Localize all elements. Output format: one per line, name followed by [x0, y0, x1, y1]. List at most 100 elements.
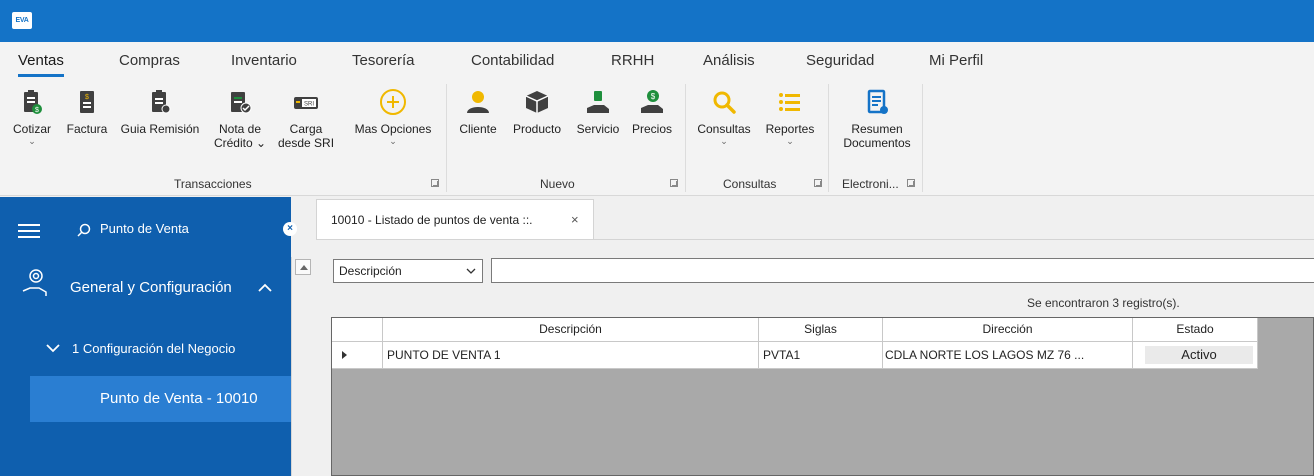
- consultas-label: Consultas: [697, 122, 751, 136]
- chevron-down-icon: ⌄: [28, 136, 36, 146]
- mas-opciones-label: Mas Opciones: [354, 122, 432, 136]
- sidebar-section-general[interactable]: General y Configuración: [70, 279, 232, 296]
- carga-sri-label-1: Carga: [289, 122, 323, 136]
- credit-note-icon: [231, 92, 252, 114]
- menu-tab-inventario[interactable]: Inventario: [231, 52, 297, 69]
- consultas-button[interactable]: Consultas ⌄: [694, 88, 754, 146]
- filter-field-value: Descripción: [339, 264, 402, 278]
- chevron-down-icon: [466, 268, 476, 274]
- clear-search-icon[interactable]: ×: [283, 222, 297, 236]
- group-launcher-icon[interactable]: [814, 179, 822, 187]
- grid-header-descripcion[interactable]: Descripción: [383, 318, 759, 342]
- service-hand-icon: [587, 91, 609, 113]
- row-header[interactable]: [332, 342, 383, 369]
- resumen-documentos-button[interactable]: Resumen Documentos: [834, 88, 920, 150]
- producto-label: Producto: [512, 122, 562, 136]
- filter-search-input[interactable]: [491, 258, 1314, 283]
- cotizar-button[interactable]: $ Cotizar ⌄: [10, 88, 54, 146]
- grid-header-direccion[interactable]: Dirección: [883, 318, 1133, 342]
- search-icon: [77, 223, 91, 237]
- chevron-down-icon[interactable]: [46, 343, 60, 353]
- menu-tab-rrhh[interactable]: RRHH: [611, 52, 654, 69]
- grid-header-siglas[interactable]: Siglas: [759, 318, 883, 342]
- document-summary-icon: [867, 89, 888, 114]
- sidebar-search-text[interactable]: Punto de Venta: [100, 221, 189, 236]
- data-grid[interactable]: Descripción Siglas Dirección Estado PUNT…: [331, 317, 1314, 476]
- chevron-up-icon[interactable]: [258, 283, 272, 293]
- chevron-down-icon: ⌄: [786, 136, 794, 146]
- record-count: Se encontraron 3 registro(s).: [1027, 296, 1180, 310]
- delivery-guide-icon: [152, 90, 171, 114]
- servicio-button[interactable]: Servicio: [572, 88, 624, 136]
- invoice-icon: $: [80, 91, 94, 113]
- precios-label: Precios: [631, 122, 672, 136]
- group-separator: [922, 84, 923, 192]
- client-icon: [467, 91, 489, 113]
- tab-title: 10010 - Listado de puntos de venta ::.: [331, 213, 533, 227]
- guia-remision-button[interactable]: Guia Remisión: [116, 88, 204, 136]
- list-icon: [779, 93, 800, 111]
- menu-tab-tesoreria[interactable]: Tesorería: [352, 52, 415, 69]
- cliente-button[interactable]: Cliente: [456, 88, 500, 136]
- group-launcher-icon[interactable]: [431, 179, 439, 187]
- group-separator: [446, 84, 447, 192]
- sidebar-subsection-configuracion[interactable]: 1 Configuración del Negocio: [72, 341, 235, 356]
- group-separator: [828, 84, 829, 192]
- reportes-label: Reportes: [765, 122, 815, 136]
- menu-tab-ventas[interactable]: Ventas: [18, 52, 64, 77]
- group-launcher-icon[interactable]: [907, 179, 915, 187]
- cell-direccion[interactable]: CDLA NORTE LOS LAGOS MZ 76 ...: [883, 342, 1133, 369]
- app-logo: EVA: [12, 12, 32, 29]
- mas-opciones-button[interactable]: Mas Opciones ⌄: [348, 88, 438, 146]
- grid-header-estado[interactable]: Estado: [1133, 318, 1258, 342]
- resumen-label-1: Resumen: [851, 122, 903, 136]
- cotizar-label: Cotizar: [12, 122, 51, 136]
- filter-field-select[interactable]: Descripción: [333, 259, 483, 283]
- svg-text:$: $: [85, 94, 89, 101]
- producto-button[interactable]: Producto: [508, 88, 566, 136]
- precios-button[interactable]: $ Precios: [628, 88, 676, 136]
- hamburger-menu-icon[interactable]: [18, 224, 40, 238]
- cell-descripcion[interactable]: PUNTO DE VENTA 1: [383, 342, 759, 369]
- sidebar-item-punto-de-venta[interactable]: Punto de Venta - 10010: [30, 376, 291, 422]
- sidebar-item-label: Punto de Venta - 10010: [100, 390, 258, 407]
- factura-label: Factura: [66, 122, 108, 136]
- menu-tab-compras[interactable]: Compras: [119, 52, 180, 69]
- settings-hand-icon: [22, 269, 47, 296]
- grid-header-indicator: [332, 318, 383, 342]
- scroll-up-icon[interactable]: [295, 259, 311, 275]
- close-icon[interactable]: ×: [571, 212, 579, 227]
- group-launcher-icon[interactable]: [670, 179, 678, 187]
- nota-credito-button[interactable]: Nota de Crédito ⌄: [210, 88, 270, 150]
- cell-siglas[interactable]: PVTA1: [759, 342, 883, 369]
- menu-bar: Ventas Compras Inventario Tesorería Cont…: [0, 42, 1314, 80]
- sri-upload-icon: SRI: [294, 97, 318, 109]
- search-icon: [713, 91, 736, 114]
- servicio-label: Servicio: [576, 122, 620, 136]
- sidebar-scrollbar[interactable]: [291, 257, 316, 476]
- cell-estado[interactable]: Activo: [1133, 342, 1258, 369]
- quote-icon: $: [24, 90, 42, 114]
- carga-sri-button[interactable]: SRI Carga desde SRI: [278, 88, 334, 150]
- carga-sri-label-2: desde SRI: [278, 136, 335, 150]
- group-label-consultas: Consultas: [723, 177, 777, 191]
- ribbon: $ Cotizar ⌄ $ Factura Guia Remisión Nota…: [0, 80, 1314, 196]
- menu-tab-analisis[interactable]: Análisis: [703, 52, 755, 69]
- chevron-down-icon: ⌄: [720, 136, 728, 146]
- price-hand-icon: $: [641, 90, 663, 113]
- menu-tab-seguridad[interactable]: Seguridad: [806, 52, 874, 69]
- tab-listado-puntos-venta[interactable]: 10010 - Listado de puntos de venta ::. ×: [316, 199, 594, 239]
- group-separator: [685, 84, 686, 192]
- svg-text:$: $: [651, 92, 656, 101]
- app-logo-text: EVA: [15, 17, 29, 24]
- cliente-label: Cliente: [459, 122, 497, 136]
- menu-tab-mi-perfil[interactable]: Mi Perfil: [929, 52, 983, 69]
- resumen-label-2: Documentos: [843, 136, 911, 150]
- reportes-button[interactable]: Reportes ⌄: [762, 88, 818, 146]
- factura-button[interactable]: $ Factura: [63, 88, 111, 136]
- table-row[interactable]: PUNTO DE VENTA 1 PVTA1 CDLA NORTE LOS LA…: [332, 342, 1258, 369]
- title-bar: EVA: [0, 0, 1314, 42]
- nota-credito-label-1: Nota de: [218, 122, 262, 136]
- menu-tab-contabilidad[interactable]: Contabilidad: [471, 52, 554, 69]
- svg-text:$: $: [35, 107, 39, 114]
